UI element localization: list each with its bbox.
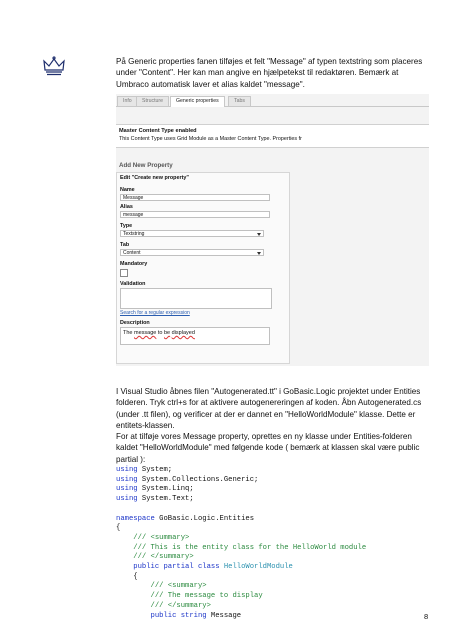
text-line: Umbraco automatisk laver et alias kaldet… xyxy=(116,79,305,89)
validation-textarea[interactable] xyxy=(120,288,272,309)
alias-label: Alias xyxy=(120,204,133,210)
notice-text: This Content Type uses Grid Module as a … xyxy=(119,136,302,142)
code-text: GoBasic.Logic.Entities xyxy=(159,514,255,523)
text-line: For at tilføje vores Message property, o… xyxy=(116,432,412,442)
code-comment: /// <summary> xyxy=(150,582,207,591)
regex-search-link[interactable]: Search for a regular expression xyxy=(120,310,190,316)
edit-property-header[interactable]: Edit "Create new property" xyxy=(120,175,189,181)
chevron-down-icon xyxy=(257,252,261,255)
code-keyword: using xyxy=(116,466,138,474)
visual-studio-paragraph: I Visual Studio åbnes filen "Autogenerat… xyxy=(116,386,434,465)
code-text: { xyxy=(116,524,121,533)
description-label: Description xyxy=(120,320,150,326)
type-label: Type xyxy=(120,223,133,229)
tab-label: Tab xyxy=(120,242,130,248)
description-word: message xyxy=(134,330,157,336)
code-type: HelloWorldModule xyxy=(223,563,293,572)
code-listing: using System; using System.Collections.G… xyxy=(116,466,366,621)
code-comment: /// The message to display xyxy=(150,592,263,601)
code-comment: /// This is the entity class for the Hel… xyxy=(133,543,367,552)
text-line: kaldet "HelloWorldModule" med følgende k… xyxy=(116,443,420,453)
code-text: System.Collections.Generic; xyxy=(141,475,259,484)
validation-label: Validation xyxy=(120,281,146,287)
tab-select[interactable]: Content xyxy=(120,249,264,256)
name-label: Name xyxy=(120,187,135,193)
description-word: The xyxy=(123,330,135,336)
master-content-type-notice: Master Content Type enabled This Content… xyxy=(116,124,429,148)
umbraco-screenshot: Info Structure Generic properties Tabs M… xyxy=(116,94,429,366)
tab-tabs[interactable]: Tabs xyxy=(228,96,251,106)
code-keyword: using xyxy=(116,485,138,494)
page-number: 8 xyxy=(424,612,429,621)
text-line: entitets-klassen. xyxy=(116,420,175,430)
intro-paragraph: På Generic properties fanen tilføjes et … xyxy=(116,56,426,90)
code-comment: /// </summary> xyxy=(133,553,194,562)
code-text: Message xyxy=(210,611,242,620)
tab-select-value: Content xyxy=(123,250,141,256)
property-editor-panel: Edit "Create new property" Name Message … xyxy=(116,172,290,364)
code-comment: /// </summary> xyxy=(150,601,211,610)
mandatory-label: Mandatory xyxy=(120,261,148,267)
code-keyword: public string xyxy=(150,611,207,620)
code-keyword: using xyxy=(116,475,138,484)
type-select-value: Textstring xyxy=(123,231,145,237)
code-text: System; xyxy=(141,466,173,474)
crown-logo-icon xyxy=(43,56,65,76)
add-new-property-heading: Add New Property xyxy=(119,162,173,169)
text-line: folderen. Tryk ctrl+s for at aktivere au… xyxy=(116,398,422,408)
code-text: System.Text; xyxy=(141,495,194,504)
code-text: { xyxy=(133,572,138,581)
description-word: displayed xyxy=(171,330,195,336)
chevron-down-icon xyxy=(257,233,261,236)
tab-bar: Info Structure Generic properties Tabs xyxy=(116,96,429,107)
text-line: partial ): xyxy=(116,454,146,464)
description-word: to xyxy=(156,330,164,336)
code-comment: /// <summary> xyxy=(133,533,190,542)
tab-info[interactable]: Info xyxy=(117,96,138,106)
code-text: System.Linq; xyxy=(141,485,194,494)
code-keyword: using xyxy=(116,495,138,504)
tab-generic-properties[interactable]: Generic properties xyxy=(170,96,225,107)
text-line: I Visual Studio åbnes filen "Autogenerat… xyxy=(116,387,421,396)
tab-structure[interactable]: Structure xyxy=(136,96,170,106)
code-keyword: public partial class xyxy=(133,563,220,572)
code-keyword: namespace xyxy=(116,514,155,523)
text-line: under "Content". Her kan man angive en h… xyxy=(116,68,399,78)
name-field[interactable]: Message xyxy=(120,194,270,201)
type-select[interactable]: Textstring xyxy=(120,230,264,237)
alias-field[interactable]: message xyxy=(120,211,270,218)
notice-title: Master Content Type enabled xyxy=(119,128,197,134)
mandatory-checkbox[interactable] xyxy=(120,269,128,277)
text-line: (under .tt filen), og verificer at der e… xyxy=(116,409,416,419)
description-textarea[interactable]: The message to be displayed xyxy=(120,327,270,345)
text-line: På Generic properties fanen tilføjes et … xyxy=(116,57,423,66)
